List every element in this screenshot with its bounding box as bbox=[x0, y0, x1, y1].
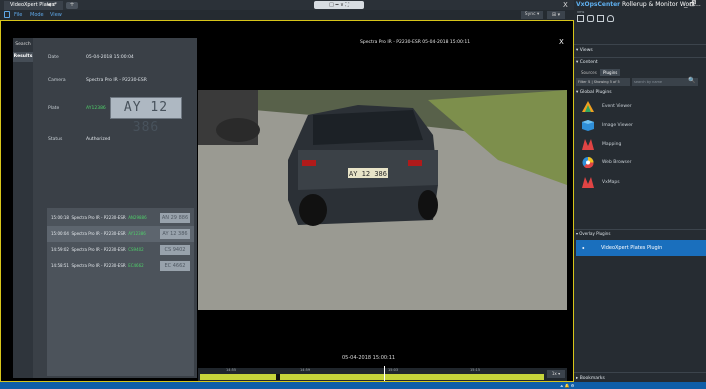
plugin-vxmaps[interactable]: VxMaps bbox=[602, 180, 620, 185]
menu-file[interactable]: File bbox=[14, 10, 22, 20]
vms-label: vms bbox=[577, 10, 585, 14]
overlay-plugins-header[interactable]: ▾ Overlay Plugins bbox=[576, 231, 610, 236]
row-camera: Spectra Pro IR - P2230-ESR bbox=[71, 231, 126, 236]
menu-mode[interactable]: Mode bbox=[30, 10, 44, 20]
timeline-gap bbox=[276, 374, 280, 380]
grid-icon[interactable] bbox=[577, 15, 584, 22]
plate-label: Plate bbox=[48, 106, 60, 111]
tab-close-icon[interactable]: ◀ x bbox=[47, 1, 55, 10]
plugin-image-viewer[interactable]: Image Viewer bbox=[602, 123, 633, 128]
result-row[interactable]: 15:00:18 Spectra Pro IR - P2230-ESR AN29… bbox=[47, 210, 194, 226]
plates-plugin-icon: ⬩ bbox=[582, 244, 585, 252]
date-value: 05-04-2018 15:00:04 bbox=[86, 55, 134, 60]
row-camera: Spectra Pro IR - P2230-ESR bbox=[71, 247, 126, 252]
layout-grid-button[interactable]: ⊞ ▾ bbox=[547, 11, 565, 19]
ops-center-title: VxOpsCenter Rollerup & Monitor Work... bbox=[576, 1, 701, 8]
status-bar bbox=[0, 382, 706, 389]
plugin-web-browser[interactable]: Web Browser bbox=[602, 160, 631, 165]
row-time: 14:59:02 bbox=[51, 247, 69, 252]
row-plate: AN29886 bbox=[128, 215, 147, 220]
camera-video-frame[interactable]: AY 12 386 bbox=[198, 90, 567, 310]
video-close-icon[interactable]: X bbox=[559, 38, 564, 46]
row-camera: Spectra Pro IR - P2230-ESR bbox=[71, 215, 126, 220]
row-time: 14:58:51 bbox=[51, 263, 69, 268]
panel-window-controls[interactable]: _ 🗗 bbox=[684, 0, 696, 11]
date-label: Date bbox=[48, 55, 59, 60]
window-layout-controls[interactable]: □ ━ ∨ ⛶ bbox=[314, 1, 364, 9]
timeline-tick-label: 14:55 bbox=[226, 368, 237, 372]
plus-icon: + bbox=[69, 1, 75, 8]
plate-value: AY12386 bbox=[86, 106, 106, 111]
close-icon[interactable]: X bbox=[563, 0, 568, 10]
result-row[interactable]: 14:59:02 Spectra Pro IR - P2230-ESR CS94… bbox=[47, 242, 194, 258]
video-timestamp: 05-04-2018 15:00:11 bbox=[342, 355, 396, 361]
divider bbox=[574, 372, 706, 373]
right-panel bbox=[574, 0, 706, 389]
result-row[interactable]: 14:58:51 Spectra Pro IR - P2230-ESR EC46… bbox=[47, 258, 194, 274]
status-value: Authorized bbox=[86, 137, 111, 142]
brand-name: VxOpsCenter bbox=[576, 1, 621, 8]
video-title: Spectra Pro IR - P2230-ESR 05-04-2018 15… bbox=[360, 40, 471, 45]
bookmarks-section[interactable]: ▸ Bookmarks bbox=[576, 376, 605, 381]
menu-view[interactable]: View bbox=[50, 10, 62, 20]
timeline-tick-label: 14:59 bbox=[300, 368, 311, 372]
tab-plugins[interactable]: Plugins bbox=[600, 69, 621, 76]
divider bbox=[574, 44, 706, 45]
plate-image: AY 12 386 bbox=[110, 97, 182, 135]
taskbar-icons[interactable]: ⏶ 🔔 ⚙ bbox=[560, 383, 574, 388]
tab-search[interactable]: Search bbox=[13, 40, 33, 50]
row-plate-thumbnail: AY 12 386 bbox=[160, 229, 190, 239]
global-plugins-header[interactable]: ▾ Global Plugins bbox=[576, 90, 612, 95]
row-time: 15:00:04 bbox=[51, 231, 69, 236]
overlay-plugin-label: VideoXpert Plates Plugin bbox=[601, 245, 663, 251]
vxmaps-icon bbox=[582, 177, 594, 188]
row-plate-thumbnail: AN 29 886 bbox=[160, 213, 190, 223]
timeline-playhead[interactable] bbox=[384, 366, 385, 381]
mapping-icon bbox=[582, 139, 594, 150]
sync-dropdown[interactable]: Sync ▾ bbox=[521, 11, 543, 19]
left-tab-strip bbox=[13, 38, 33, 378]
row-camera: Spectra Pro IR - P2230-ESR bbox=[71, 263, 126, 268]
divider bbox=[574, 229, 706, 230]
plugin-event-viewer[interactable]: Event Viewer bbox=[602, 104, 632, 109]
content-section[interactable]: ▾ Content bbox=[576, 60, 598, 65]
shield-icon[interactable] bbox=[607, 15, 614, 22]
filter-control[interactable]: Filter ⊻ | Showing 5 of 5 bbox=[576, 78, 630, 86]
web-browser-icon bbox=[582, 157, 594, 168]
plugin-mapping[interactable]: Mapping bbox=[602, 142, 621, 147]
timeline-tick-label: 15:15 bbox=[470, 368, 481, 372]
image-viewer-icon bbox=[582, 120, 594, 131]
row-plate: AY12386 bbox=[128, 231, 146, 236]
row-plate-thumbnail: CS 9402 bbox=[160, 245, 190, 255]
event-viewer-icon bbox=[582, 101, 594, 112]
timeline-tick-label: 15:03 bbox=[388, 368, 399, 372]
save-icon[interactable] bbox=[597, 15, 604, 22]
row-plate-thumbnail: EC 4662 bbox=[160, 261, 190, 271]
car-plate-text: AY 12 386 bbox=[349, 170, 387, 178]
divider bbox=[574, 57, 706, 58]
app-icon bbox=[4, 11, 10, 18]
camera-value: Spectra Pro IR - P2230-ESR bbox=[86, 78, 147, 83]
result-row-selected[interactable]: 15:00:04 Spectra Pro IR - P2230-ESR AY12… bbox=[47, 226, 194, 242]
row-plate: EC4662 bbox=[128, 263, 144, 268]
title-bar bbox=[0, 0, 574, 10]
tab-sources[interactable]: Sources bbox=[578, 69, 600, 76]
camera-label: Camera bbox=[48, 78, 66, 83]
status-label: Status bbox=[48, 137, 63, 142]
search-icon[interactable]: 🔍 bbox=[688, 77, 695, 84]
timeline-recording-bar[interactable] bbox=[200, 374, 544, 380]
tab-results[interactable]: Results bbox=[13, 52, 33, 62]
menu-bar bbox=[0, 10, 574, 20]
row-time: 15:00:18 bbox=[51, 215, 69, 220]
views-section[interactable]: ▾ Views bbox=[576, 48, 593, 53]
row-plate: CS9402 bbox=[128, 247, 144, 252]
playback-speed-dropdown[interactable]: 1x ▾ bbox=[547, 370, 565, 378]
layers-icon[interactable] bbox=[587, 15, 594, 22]
